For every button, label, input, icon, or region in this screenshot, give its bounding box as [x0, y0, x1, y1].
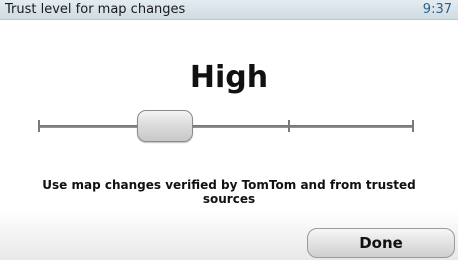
slider-tick: [38, 120, 40, 132]
done-button[interactable]: Done: [307, 228, 455, 258]
slider-tick: [288, 120, 290, 132]
trust-level-description: Use map changes verified by TomTom and f…: [42, 178, 416, 206]
title-bar: Trust level for map changes 9:37: [0, 0, 458, 20]
trust-level-slider[interactable]: [38, 110, 414, 144]
screen: Trust level for map changes 9:37 High Us…: [0, 0, 458, 260]
slider-track[interactable]: [38, 125, 414, 128]
window-title: Trust level for map changes: [5, 2, 186, 17]
trust-level-value: High: [189, 60, 269, 95]
slider-tick: [412, 120, 414, 132]
clock: 9:37: [422, 2, 452, 17]
slider-thumb[interactable]: [137, 110, 193, 142]
